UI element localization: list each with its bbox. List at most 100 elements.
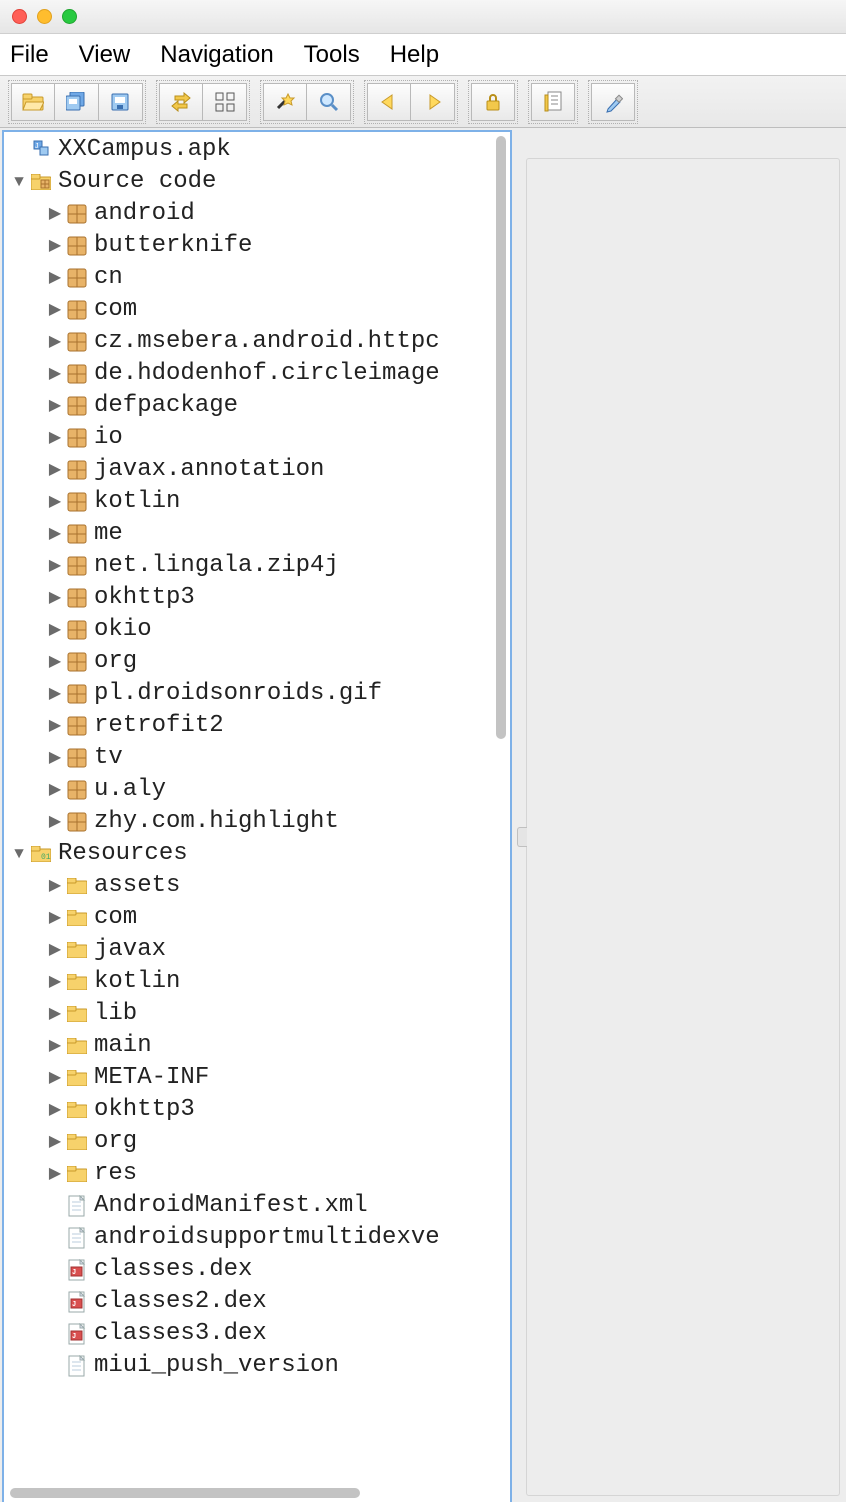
package-icon [66,555,88,577]
lock-button[interactable] [471,83,515,121]
tree-resources[interactable]: ▼ Resources [4,838,510,870]
dex-file-icon [66,1323,88,1345]
deobfuscate-button[interactable] [263,83,307,121]
tree-item-label: com [94,294,137,326]
menu-view[interactable]: View [79,41,131,69]
tree-folder[interactable]: ▶ assets [4,870,510,902]
tree-folder[interactable]: ▶ res [4,1158,510,1190]
folder-icon [66,971,88,993]
tree-package[interactable]: ▶ de.hdodenhof.circleimage [4,358,510,390]
tree-package[interactable]: ▶ cn [4,262,510,294]
disclosure-arrow-icon: ▶ [44,934,66,966]
toolbar [0,76,846,128]
disclosure-arrow-icon: ▶ [44,742,66,774]
tree-vertical-scrollbar[interactable] [496,136,506,1476]
log-button[interactable] [531,83,575,121]
tree-folder[interactable]: ▶ lib [4,998,510,1030]
tree-item-label: javax.annotation [94,454,324,486]
tree-source-code[interactable]: ▼ Source code [4,166,510,198]
disclosure-arrow-icon: ▶ [44,262,66,294]
tree-file[interactable]: classes3.dex [4,1318,510,1350]
disclosure-arrow-icon: ▶ [44,1094,66,1126]
tree-horizontal-scrollbar[interactable] [10,1488,360,1498]
dex-file-icon [66,1259,88,1281]
tree-package[interactable]: ▶ net.lingala.zip4j [4,550,510,582]
tree-folder[interactable]: ▶ kotlin [4,966,510,998]
tree-package[interactable]: ▶ retrofit2 [4,710,510,742]
folder-icon [66,1035,88,1057]
window-maximize-button[interactable] [62,9,77,24]
disclosure-arrow-icon: ▶ [44,646,66,678]
disclosure-arrow-icon: ▶ [44,710,66,742]
tree-folder[interactable]: ▶ javax [4,934,510,966]
tree-item-label: main [94,1030,152,1062]
folder-icon [66,1163,88,1185]
tree-folder[interactable]: ▶ META-INF [4,1062,510,1094]
tree-file[interactable]: classes.dex [4,1254,510,1286]
package-icon [66,523,88,545]
toolbar-group-prefs [588,80,638,124]
disclosure-arrow-icon: ▶ [44,902,66,934]
tree-package[interactable]: ▶ kotlin [4,486,510,518]
sync-button[interactable] [159,83,203,121]
tree-package[interactable]: ▶ u.aly [4,774,510,806]
tree-file[interactable]: androidsupportmultidexve [4,1222,510,1254]
tree-package[interactable]: ▶ javax.annotation [4,454,510,486]
tree-folder[interactable]: ▶ org [4,1126,510,1158]
source-folder-icon [30,171,52,193]
tree-folder[interactable]: ▶ com [4,902,510,934]
disclosure-arrow-icon: ▶ [44,422,66,454]
forward-button[interactable] [411,83,455,121]
xml-file-icon [66,1355,88,1377]
back-button[interactable] [367,83,411,121]
menu-file[interactable]: File [10,41,49,69]
tree-folder[interactable]: ▶ okhttp3 [4,1094,510,1126]
save-all-button[interactable] [55,83,99,121]
tree-package[interactable]: ▶ io [4,422,510,454]
package-icon [66,651,88,673]
tree-package[interactable]: ▶ tv [4,742,510,774]
apk-icon [30,139,52,161]
tree-item-label: okhttp3 [94,1094,195,1126]
tree-package[interactable]: ▶ butterknife [4,230,510,262]
tree-root[interactable]: XXCampus.apk [4,134,510,166]
tree-folder[interactable]: ▶ main [4,1030,510,1062]
disclosure-arrow-icon: ▶ [44,614,66,646]
tree-package[interactable]: ▶ zhy.com.highlight [4,806,510,838]
tree-item-label: defpackage [94,390,238,422]
window-minimize-button[interactable] [37,9,52,24]
window-close-button[interactable] [12,9,27,24]
tree-package[interactable]: ▶ defpackage [4,390,510,422]
save-button[interactable] [99,83,143,121]
tree-package[interactable]: ▶ okhttp3 [4,582,510,614]
tree-item-label: okhttp3 [94,582,195,614]
tree-package[interactable]: ▶ cz.msebera.android.httpc [4,326,510,358]
tree-package[interactable]: ▶ pl.droidsonroids.gif [4,678,510,710]
main-area: XXCampus.apk ▼ Source code ▶ android ▶ b… [0,128,846,1502]
disclosure-arrow-icon: ▶ [44,966,66,998]
tree-file[interactable]: classes2.dex [4,1286,510,1318]
menu-navigation[interactable]: Navigation [160,41,273,69]
tree-package[interactable]: ▶ okio [4,614,510,646]
open-file-button[interactable] [11,83,55,121]
tree-package[interactable]: ▶ android [4,198,510,230]
disclosure-arrow-icon: ▶ [44,518,66,550]
menu-help[interactable]: Help [390,41,439,69]
tree-item-label: META-INF [94,1062,209,1094]
split-handle[interactable] [517,827,527,847]
tree-package[interactable]: ▶ me [4,518,510,550]
tree-file[interactable]: miui_push_version [4,1350,510,1382]
tree-file[interactable]: AndroidManifest.xml [4,1190,510,1222]
disclosure-arrow-icon: ▶ [44,358,66,390]
preferences-button[interactable] [591,83,635,121]
folder-icon [66,1067,88,1089]
tree-package[interactable]: ▶ com [4,294,510,326]
tree-package[interactable]: ▶ org [4,646,510,678]
menu-tools[interactable]: Tools [304,41,360,69]
flat-packages-button[interactable] [203,83,247,121]
tree-item-label: u.aly [94,774,166,806]
content-pane [526,158,840,1496]
folder-icon [66,1099,88,1121]
search-button[interactable] [307,83,351,121]
tree-item-label: AndroidManifest.xml [94,1190,368,1222]
